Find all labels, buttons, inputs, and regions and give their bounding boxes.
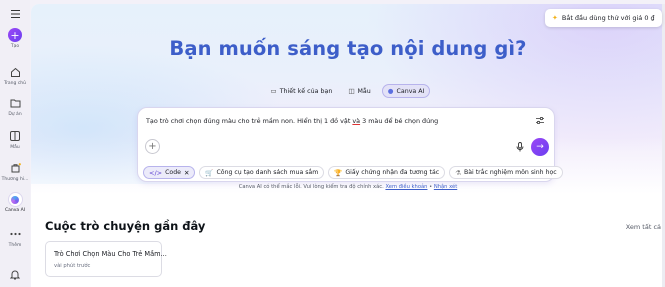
notifications-button[interactable] [0,267,30,281]
tab-label: Thiết kế của bạn [279,87,333,95]
feedback-link[interactable]: Nhận xét [434,184,457,190]
canva-ai-icon [8,193,22,206]
hamburger-icon [8,7,22,21]
mode-tabs: ▭ Thiết kế của bạn ◫ Mẫu ● Canva AI [31,84,665,98]
microphone-button[interactable] [513,140,527,154]
template-icon [8,129,22,143]
menu-button[interactable] [0,7,30,21]
terms-link[interactable]: Xem điều khoản [385,184,427,190]
chip-label: Code [165,169,181,176]
chip-quiz[interactable]: ⚗ Bài trắc nghiệm môn sinh học [449,166,563,179]
folder-icon [8,96,22,110]
home-icon [8,65,22,79]
recent-chat-card[interactable]: Trò Chơi Chọn Màu Cho Trẻ Mầm... vài phú… [45,241,167,277]
prompt-box: Tạo trò chơi chọn đúng màu cho trẻ mầm n… [137,107,563,182]
chip-label: Bài trắc nghiệm môn sinh học [463,169,557,176]
microphone-icon [516,142,524,152]
sidebar-item-canva-ai[interactable]: Canva AI [0,193,30,213]
chip-certificate[interactable]: 🏆 Giấy chứng nhận đa tương tác [328,166,446,179]
quiz-icon: ⚗ [455,168,461,177]
sidebar-item-home[interactable]: Trang chủ [0,65,30,86]
sidebar-item-label: Canva AI [4,208,25,213]
arrow-right-icon: → [536,142,544,152]
design-icon: ▭ [270,87,277,95]
sidebar-item-label: Dự án [8,112,22,117]
page-title: Bạn muốn sáng tạo nội dung gì? [169,37,527,60]
suggestion-chips: </> Code ✕ 🛒 Công cụ tạo danh sách mua s… [143,166,563,179]
tab-label: Canva AI [396,87,425,95]
sidebar-item-projects[interactable]: Dự án [0,96,30,117]
chip-label: Công cụ tạo danh sách mua sắm [216,169,319,176]
more-icon [8,227,22,241]
add-attachment-button[interactable]: + [145,139,160,154]
send-button[interactable]: → [531,138,549,156]
prompt-input[interactable]: Tạo trò chơi chọn đúng màu cho trẻ mầm n… [146,117,438,125]
sidebar-item-templates[interactable]: Mẫu [0,129,30,150]
see-all-link[interactable]: Xem tất cả [626,223,661,231]
canva-ai-icon: ● [387,87,394,95]
close-icon[interactable]: ✕ [184,169,189,177]
settings-sliders-icon[interactable] [536,116,544,126]
tab-your-designs[interactable]: ▭ Thiết kế của bạn [266,84,338,98]
sidebar-item-label: Trang chủ [3,81,26,86]
sidebar-item-brand[interactable]: Thương hi... [0,161,30,182]
brand-icon [8,161,22,175]
free-trial-button[interactable]: ✦ Bắt đầu dùng thử với giá 0 ₫ [545,9,662,27]
sidebar-item-label: Thương hi... [1,177,29,182]
crown-icon: ✦ [552,14,558,22]
main-content: ✦ Bắt đầu dùng thử với giá 0 ₫ Bạn muốn … [31,4,665,287]
plus-icon: + [8,28,22,42]
sidebar-item-label: Thêm [8,243,22,248]
sidebar-item-label: Tạo [10,44,20,49]
tab-canva-ai[interactable]: ● Canva AI [381,84,431,98]
tab-templates[interactable]: ◫ Mẫu [343,84,375,98]
tab-label: Mẫu [357,87,371,95]
chat-title: Trò Chơi Chọn Màu Cho Trẻ Mầm... [54,250,167,258]
cart-icon: 🛒 [205,168,214,177]
chip-label: Giấy chứng nhận đa tương tác [345,169,440,176]
code-icon: </> [149,168,163,177]
free-trial-label: Bắt đầu dùng thử với giá 0 ₫ [561,14,655,22]
bell-icon [8,267,22,281]
recent-chats-title: Cuộc trò chuyện gần đây [45,219,206,233]
template-icon: ◫ [348,87,355,95]
sidebar-item-create[interactable]: + Tạo [0,28,30,49]
sidebar-item-more[interactable]: Thêm [0,227,30,248]
left-sidebar: + Tạo Trang chủ Dự án Mẫu Thương hi... C… [0,0,30,287]
plus-icon: + [148,141,157,152]
certificate-icon: 🏆 [334,168,343,177]
chip-shopping-list[interactable]: 🛒 Công cụ tạo danh sách mua sắm [199,166,325,179]
sidebar-item-label: Mẫu [10,145,20,150]
chip-code[interactable]: </> Code ✕ [143,166,196,179]
ai-disclaimer: Canva AI có thể mắc lỗi. Vui lòng kiểm t… [238,184,458,190]
chat-timestamp: vài phút trước [54,263,91,269]
